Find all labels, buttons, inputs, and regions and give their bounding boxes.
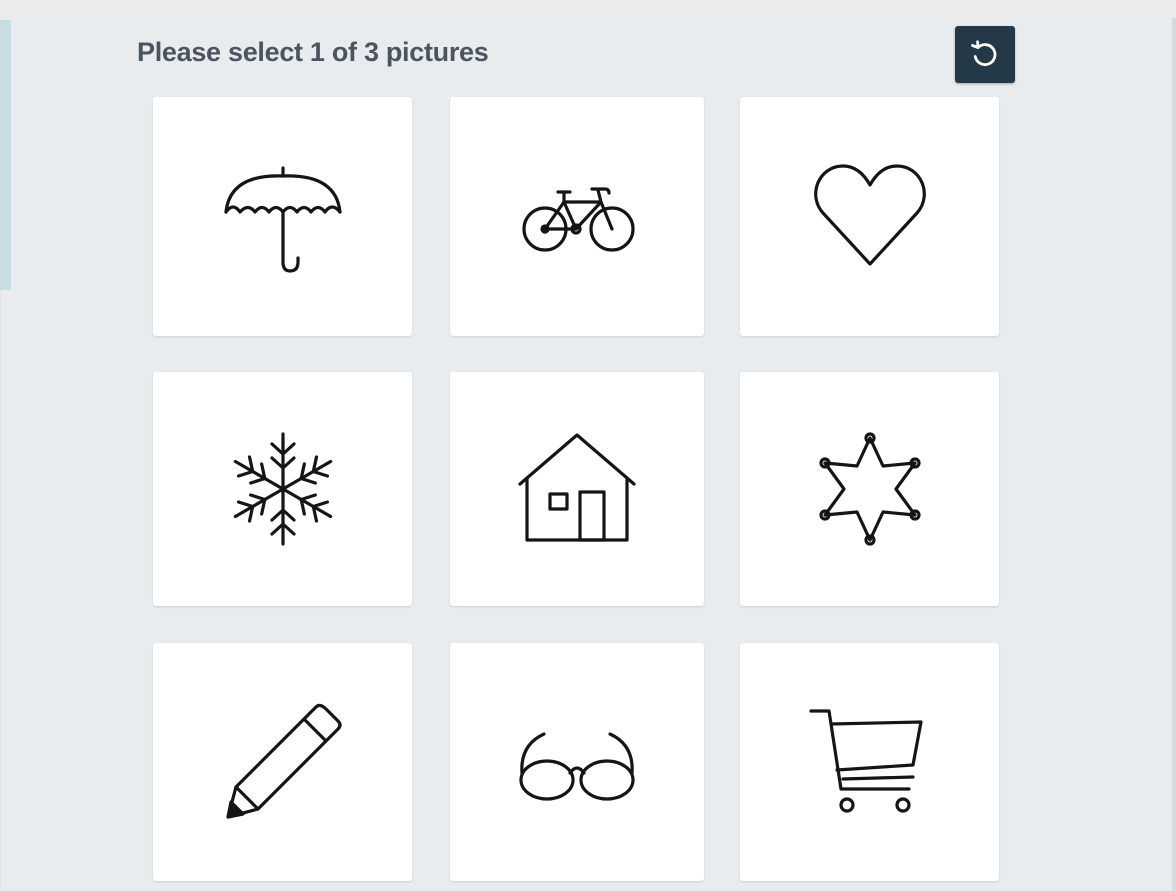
house-icon — [518, 433, 636, 542]
picture-tile-house[interactable] — [450, 372, 704, 606]
picture-tile-sheriff-star[interactable] — [740, 372, 999, 606]
refresh-button[interactable] — [955, 26, 1015, 83]
picture-tile-heart[interactable] — [740, 97, 999, 336]
picture-tile-snowflake[interactable] — [153, 372, 412, 606]
heart-icon — [813, 163, 926, 266]
bicycle-icon — [522, 186, 635, 252]
snowflake-icon — [233, 432, 332, 546]
picture-tile-glasses[interactable] — [450, 643, 704, 881]
glasses-icon — [519, 732, 635, 801]
left-accent-bar — [0, 20, 11, 290]
picture-tile-shopping-cart[interactable] — [740, 643, 999, 881]
refresh-icon — [971, 39, 997, 66]
shopping-cart-icon — [808, 709, 923, 813]
sheriff-star-icon — [818, 432, 921, 546]
picture-tile-pencil[interactable] — [153, 643, 412, 881]
captcha-prompt: Please select 1 of 3 pictures — [137, 37, 489, 67]
right-edge-border — [1172, 18, 1176, 891]
picture-tile-umbrella[interactable] — [153, 97, 412, 336]
picture-tile-bicycle[interactable] — [450, 97, 704, 336]
umbrella-icon — [223, 165, 342, 273]
pencil-icon — [225, 703, 342, 819]
